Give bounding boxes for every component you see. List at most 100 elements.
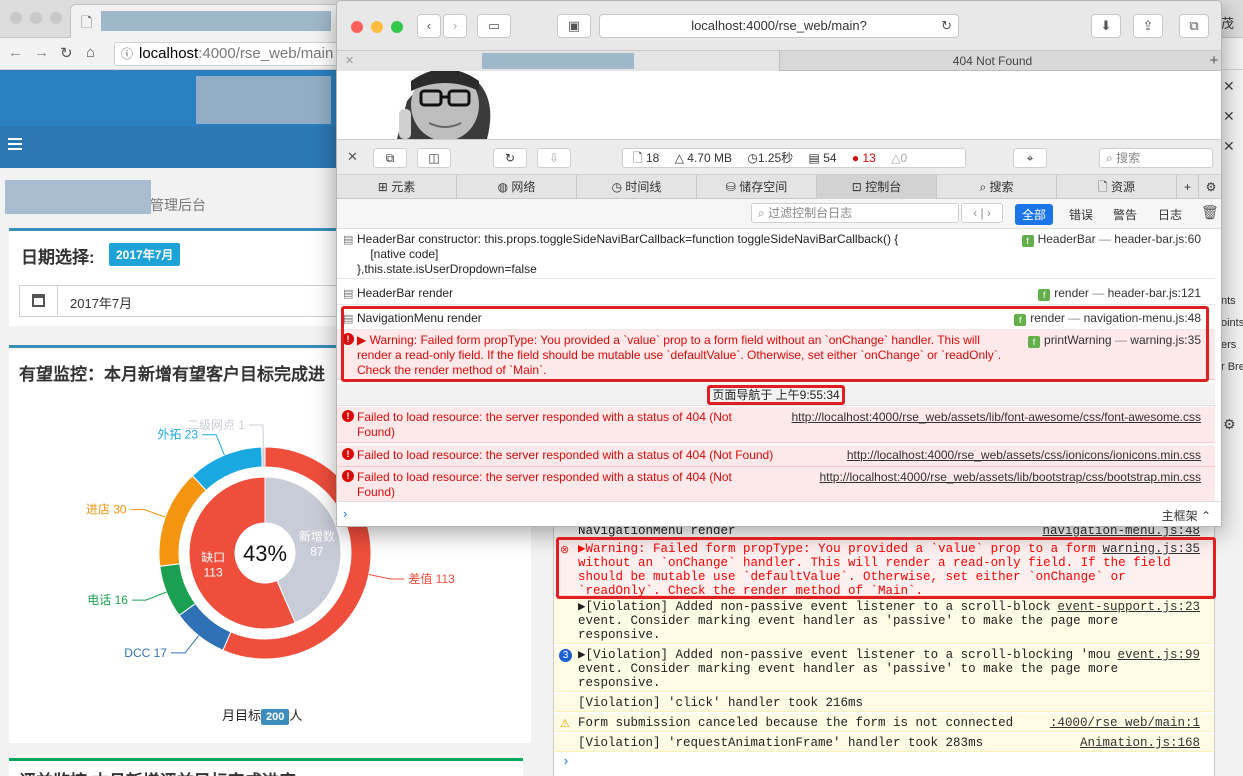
- reload-icon[interactable]: ↻: [941, 15, 952, 37]
- message-text: [native code]: [357, 247, 439, 261]
- back-button[interactable]: ‹: [417, 14, 441, 38]
- source-url[interactable]: http://localhost:4000/rse_web/assets/lib…: [791, 410, 1201, 424]
- zoom-window-icon[interactable]: [391, 21, 403, 33]
- close-icon[interactable]: ✕: [1223, 108, 1235, 125]
- home-icon[interactable]: ⌂: [86, 44, 95, 61]
- tab-network[interactable]: ◍ 网络: [457, 175, 577, 199]
- gear-icon[interactable]: ⚙: [1199, 175, 1221, 199]
- add-tab-icon[interactable]: +: [1177, 175, 1199, 199]
- error-count: 13: [862, 151, 876, 165]
- safari-tab-2[interactable]: 404 Not Found: [779, 51, 1205, 71]
- message-text: ▶Warning: Failed form propType: You prov…: [578, 542, 1171, 598]
- close-icon[interactable]: ✕: [1223, 138, 1235, 155]
- message-text: HeaderBar constructor: this.props.toggle…: [357, 232, 899, 246]
- dashboard[interactable]: 🗋 18 △ 4.70 MB ◷1.25秒 ▤ 54 ● 13 △0: [622, 148, 966, 168]
- undock-icon[interactable]: ⧉: [373, 148, 407, 168]
- tab-2-title: 404 Not Found: [952, 54, 1033, 68]
- zoom-window-icon[interactable]: [50, 12, 62, 24]
- dock-icon[interactable]: ◫: [417, 148, 451, 168]
- message-source[interactable]: f render — header-bar.js:121: [1038, 286, 1201, 301]
- tab-storage[interactable]: ⛁ 储存空间: [697, 175, 817, 199]
- repeat-count-badge: 3: [559, 649, 572, 662]
- message-source[interactable]: f HeaderBar — header-bar.js:60: [1021, 232, 1201, 247]
- chrome-tab[interactable]: 🗋: [70, 4, 345, 38]
- chrome-omnibox[interactable]: ⓘ localhost:4000/rse_web/main: [114, 42, 340, 66]
- goal-suffix: 人: [289, 708, 303, 723]
- chrome-devtools-console: NavigationMenu render navigation-menu.js:…: [553, 518, 1216, 776]
- console-error: ! Failed to load resource: the server re…: [337, 467, 1215, 501]
- tab-timeline[interactable]: ◷ 时间线: [577, 175, 697, 199]
- message-text: ▶[Violation] Added non-passive event lis…: [578, 648, 1171, 690]
- search-icon: ⌕: [1106, 151, 1113, 165]
- filter-all[interactable]: 全部: [1015, 204, 1054, 225]
- close-window-icon[interactable]: [10, 12, 22, 24]
- download-icon[interactable]: ⬇: [1091, 14, 1121, 38]
- outer-ring-slice: [261, 446, 266, 468]
- tab-label: 元素: [391, 180, 416, 194]
- new-tab-icon[interactable]: +: [1205, 51, 1221, 70]
- goal-badge: 200: [261, 709, 290, 725]
- frame-selector[interactable]: 主框架 ⌃: [1162, 507, 1211, 524]
- message-source[interactable]: warning.js:35: [1096, 542, 1200, 556]
- tab-search[interactable]: ⌕ 搜索: [937, 175, 1057, 199]
- message-source[interactable]: http://localhost:4000/rse_web/assets/lib…: [819, 470, 1201, 485]
- forward-icon[interactable]: →: [34, 44, 49, 61]
- outer-ring-label: 进店 30: [86, 503, 127, 517]
- safari-window: ‹ › ▭ ▣ localhost:4000/rse_web/main? ↻ ⬇…: [336, 0, 1222, 527]
- filter-warnings[interactable]: 警告: [1113, 206, 1137, 223]
- source-url[interactable]: http://localhost:4000/rse_web/assets/lib…: [819, 470, 1201, 484]
- reload-icon[interactable]: ↻: [493, 148, 527, 168]
- search-icon: ⌕: [979, 180, 987, 194]
- menu-icon[interactable]: [8, 138, 22, 150]
- message-source[interactable]: f printWarning — warning.js:35: [1028, 333, 1201, 348]
- tab-resources[interactable]: 🗋 资源: [1057, 175, 1177, 199]
- function-icon: f: [1021, 235, 1034, 247]
- trash-icon[interactable]: 🗑: [1201, 204, 1219, 221]
- history-nav[interactable]: ‹ | ›: [961, 203, 1003, 223]
- forward-button[interactable]: ›: [443, 14, 467, 38]
- prompt-chevron-icon[interactable]: ›: [562, 754, 570, 769]
- close-icon[interactable]: ✕: [1223, 78, 1235, 95]
- bottom-panel: 评益监控 本月新增评益目标完成进度: [9, 758, 523, 776]
- minimize-window-icon[interactable]: [371, 21, 383, 33]
- tab-elements[interactable]: ⊞ 元素: [337, 175, 457, 199]
- download-icon[interactable]: ⇩: [537, 148, 571, 168]
- console-filter-bar: ⌕ 过滤控制台日志 ‹ | › 全部 错误 警告 日志 🗑: [337, 199, 1221, 229]
- reload-icon[interactable]: ↻: [60, 44, 73, 62]
- message-source[interactable]: http://localhost:4000/rse_web/assets/lib…: [791, 410, 1201, 425]
- message-source[interactable]: :4000/rse_web/main:1: [1043, 716, 1200, 730]
- gear-icon[interactable]: ⚙: [1223, 416, 1236, 433]
- reader-icon[interactable]: ▣: [557, 14, 591, 38]
- console-filter-input[interactable]: ⌕ 过滤控制台日志: [751, 203, 959, 223]
- minimize-window-icon[interactable]: [30, 12, 42, 24]
- log-icon: ▤: [343, 234, 354, 246]
- devtools-message: 3 ▶[Violation] Added non-passive event li…: [554, 646, 1214, 692]
- close-window-icon[interactable]: [351, 21, 363, 33]
- message-source[interactable]: Animation.js:168: [1073, 736, 1200, 750]
- console-prompt[interactable]: › 主框架 ⌃: [337, 501, 1221, 526]
- safari-address-bar[interactable]: localhost:4000/rse_web/main? ↻: [599, 14, 959, 38]
- message-source[interactable]: event-support.js:23: [1051, 600, 1200, 614]
- crosshair-icon[interactable]: ⌖: [1013, 148, 1047, 168]
- tabs-overview-icon[interactable]: ⧉: [1179, 14, 1209, 38]
- close-icon[interactable]: ✕: [347, 149, 358, 165]
- calendar-icon[interactable]: [20, 286, 58, 316]
- outer-ring-label: DCC 17: [124, 646, 167, 660]
- log-count: 54: [823, 151, 837, 165]
- filter-errors[interactable]: 错误: [1069, 206, 1093, 223]
- inspector-search[interactable]: ⌕ 搜索: [1099, 148, 1213, 168]
- sidebar-icon[interactable]: ▭: [477, 14, 511, 38]
- message-source[interactable]: event.js:99: [1111, 648, 1200, 662]
- close-tab-icon[interactable]: ✕: [345, 54, 354, 67]
- function-icon: f: [1028, 336, 1041, 348]
- source-url[interactable]: http://localhost:4000/rse_web/assets/css…: [847, 448, 1201, 462]
- share-icon[interactable]: ⇪: [1133, 14, 1163, 38]
- filter-logs[interactable]: 日志: [1158, 206, 1182, 223]
- message-source[interactable]: f render — navigation-menu.js:48: [1014, 311, 1201, 326]
- message-source[interactable]: http://localhost:4000/rse_web/assets/css…: [847, 448, 1201, 463]
- tab-label: 时间线: [625, 180, 662, 194]
- back-icon[interactable]: ←: [8, 44, 23, 61]
- devtools-message: [Violation] 'requestAnimationFrame' hand…: [554, 734, 1214, 752]
- tab-console[interactable]: ⊡ 控制台: [817, 175, 937, 199]
- safari-tab-1[interactable]: ✕: [337, 51, 779, 71]
